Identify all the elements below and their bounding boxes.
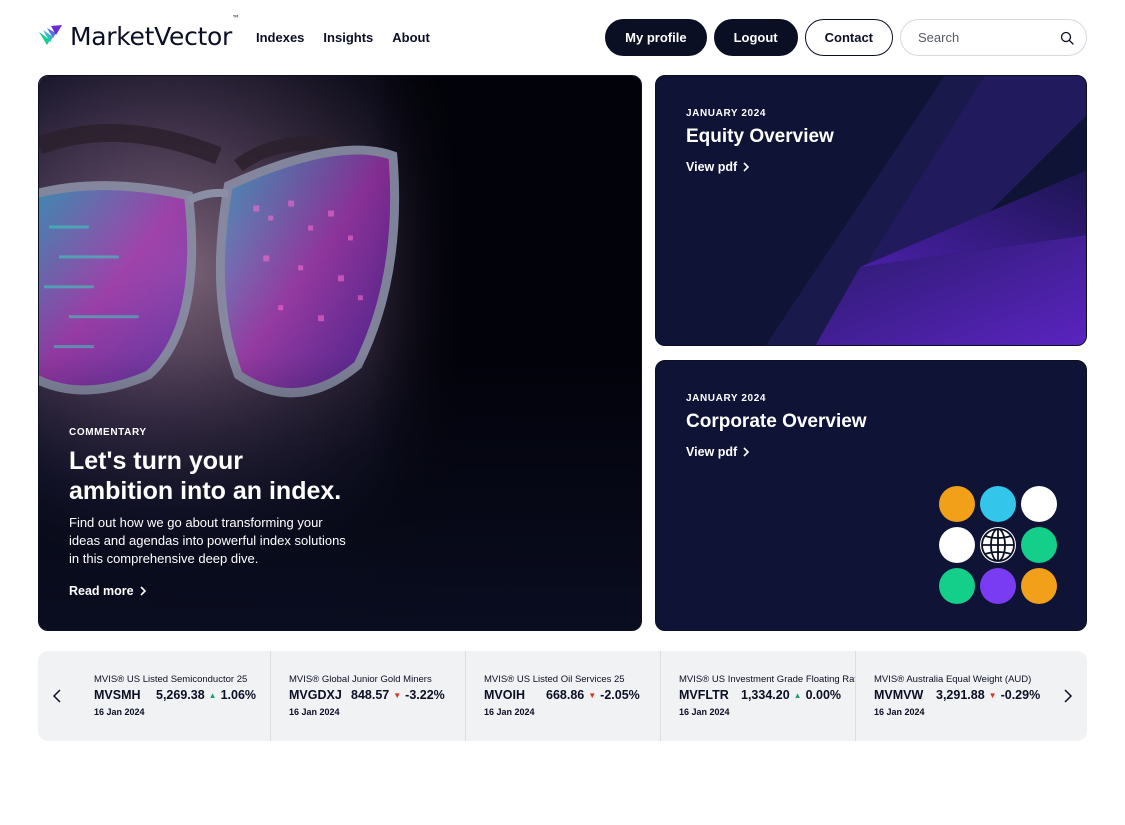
ticker-item[interactable]: MVIS® US Listed Oil Services 25 MVOIH 66…: [466, 651, 661, 741]
ticker-item[interactable]: MVIS® Global Junior Gold Miners MVGDXJ 8…: [271, 651, 466, 741]
corporate-overview-card[interactable]: JANUARY 2024 Corporate Overview View pdf: [655, 360, 1087, 631]
chevron-right-icon: [743, 447, 750, 457]
read-more-link[interactable]: Read more: [69, 584, 369, 598]
main-nav: Indexes Insights About: [256, 30, 430, 45]
site-header: MarketVector™ Indexes Insights About My …: [0, 0, 1125, 75]
search-box: [900, 19, 1087, 56]
globe-icon: [981, 528, 1015, 562]
search-icon[interactable]: [1060, 31, 1074, 45]
hero-title: Let's turn your ambition into an index.: [69, 447, 342, 505]
logout-button[interactable]: Logout: [713, 19, 798, 56]
ticker-item[interactable]: MVIS® Australia Equal Weight (AUD) MVMVW…: [856, 651, 1048, 741]
corporate-card-content: JANUARY 2024 Corporate Overview View pdf: [686, 393, 867, 459]
brand-name: MarketVector™: [70, 14, 240, 51]
equity-overview-card[interactable]: JANUARY 2024 Equity Overview View pdf: [655, 75, 1087, 346]
ticker-prev-button[interactable]: [38, 651, 76, 741]
ticker-item[interactable]: MVIS® US Listed Semiconductor 25 MVSMH 5…: [76, 651, 271, 741]
chevron-left-icon: [52, 689, 61, 703]
nav-insights[interactable]: Insights: [323, 30, 373, 45]
ticker-item[interactable]: MVIS® US Investment Grade Floating Rate …: [661, 651, 856, 741]
nav-about[interactable]: About: [392, 30, 430, 45]
header-actions: My profile Logout Contact: [605, 19, 1087, 56]
equity-card-title: Equity Overview: [686, 126, 834, 147]
my-profile-button[interactable]: My profile: [605, 19, 707, 56]
brand-logo[interactable]: MarketVector™: [38, 14, 240, 51]
corporate-card-title: Corporate Overview: [686, 411, 867, 432]
corporate-view-pdf-link[interactable]: View pdf: [686, 445, 867, 459]
chevron-right-icon: [140, 586, 146, 596]
equity-card-date: JANUARY 2024: [686, 108, 767, 119]
chevron-right-icon: [743, 162, 750, 172]
marketvector-chevron-logo-icon: [39, 24, 62, 45]
hero-description: Find out how we go about transforming yo…: [69, 515, 346, 566]
nav-indexes[interactable]: Indexes: [256, 30, 304, 45]
ticker-next-button[interactable]: [1049, 651, 1087, 741]
index-ticker: MVIS® US Listed Semiconductor 25 MVSMH 5…: [38, 651, 1087, 741]
equity-view-pdf-link[interactable]: View pdf: [686, 160, 834, 174]
hero-commentary-card[interactable]: COMMENTARY Let's turn your ambition into…: [38, 75, 642, 631]
search-input[interactable]: [918, 30, 1048, 45]
ticker-track: MVIS® US Listed Semiconductor 25 MVSMH 5…: [76, 651, 1048, 741]
chevron-right-icon: [1064, 689, 1073, 703]
colored-dots-graphic: [939, 486, 1057, 604]
hero-content: COMMENTARY Let's turn your ambition into…: [69, 427, 369, 598]
contact-button[interactable]: Contact: [804, 19, 893, 56]
equity-card-content: JANUARY 2024 Equity Overview View pdf: [686, 108, 834, 174]
corporate-card-date: JANUARY 2024: [686, 393, 767, 404]
hero-eyebrow: COMMENTARY: [69, 427, 147, 438]
